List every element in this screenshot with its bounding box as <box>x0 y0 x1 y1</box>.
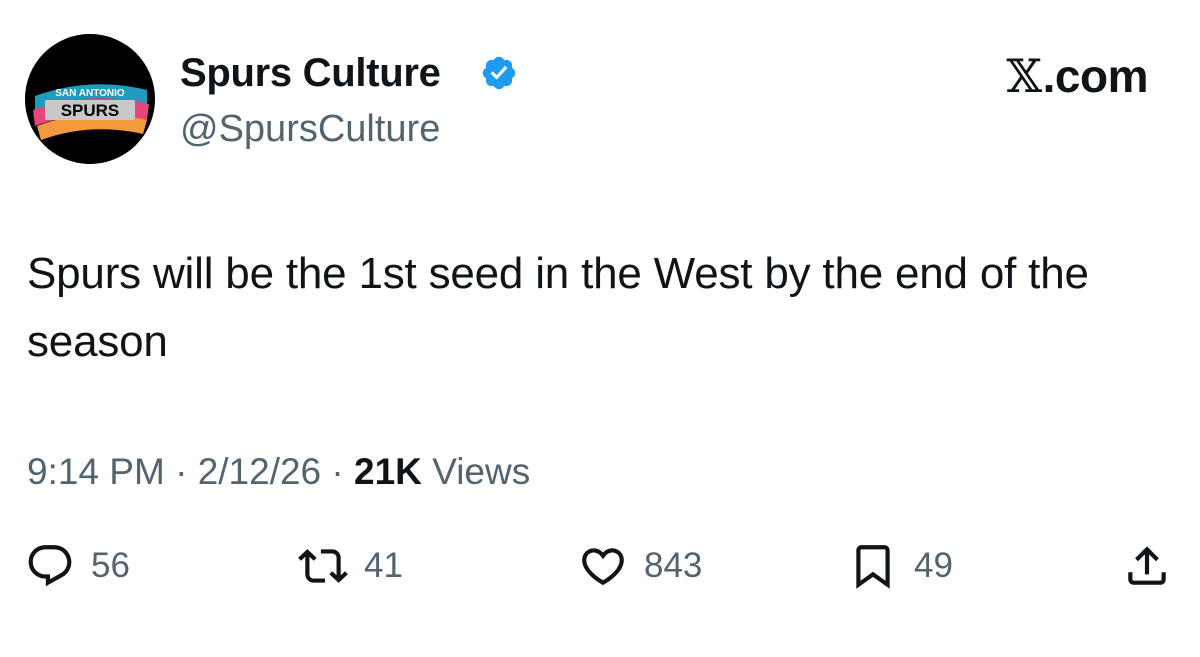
views-label: Views <box>432 451 531 492</box>
views-count: 21K <box>354 451 422 492</box>
tweet-meta: 9:14 PM · 2/12/26 · 21K Views <box>27 450 530 494</box>
avatar-logo-main-text: SPURS <box>61 101 120 120</box>
share-icon <box>1128 546 1166 585</box>
spurs-logo-icon: SAN ANTONIO SPURS <box>25 34 155 164</box>
verified-badge-icon <box>482 56 516 90</box>
bookmark-icon <box>856 545 890 589</box>
reply-count: 56 <box>91 546 130 585</box>
share-button[interactable] <box>1122 540 1172 592</box>
like-count: 843 <box>644 546 703 585</box>
repost-button[interactable]: 41 <box>298 540 403 592</box>
author-display-name[interactable]: Spurs Culture <box>180 50 441 96</box>
tweet-time[interactable]: 9:14 PM <box>27 451 165 492</box>
tweet-text: Spurs will be the 1st seed in the West b… <box>27 249 1089 366</box>
reply-button[interactable]: 56 <box>25 540 130 592</box>
site-logo: 𝕏.com <box>1006 50 1148 102</box>
avatar-logo-top-text: SAN ANTONIO <box>55 88 125 99</box>
author-handle[interactable]: @SpursCulture <box>180 107 440 151</box>
like-button[interactable]: 843 <box>578 540 702 592</box>
site-domain: .com <box>1042 50 1149 102</box>
repost-icon <box>298 549 348 583</box>
tweet-date[interactable]: 2/12/26 <box>198 451 321 492</box>
reply-icon <box>28 545 72 587</box>
avatar[interactable]: SAN ANTONIO SPURS <box>25 34 155 164</box>
x-logo-icon: 𝕏 <box>1006 49 1042 103</box>
meta-separator: · <box>331 451 344 492</box>
bookmark-button[interactable]: 49 <box>848 540 953 592</box>
heart-icon <box>582 548 624 586</box>
repost-count: 41 <box>364 546 403 585</box>
meta-separator: · <box>175 451 188 492</box>
bookmark-count: 49 <box>914 546 953 585</box>
